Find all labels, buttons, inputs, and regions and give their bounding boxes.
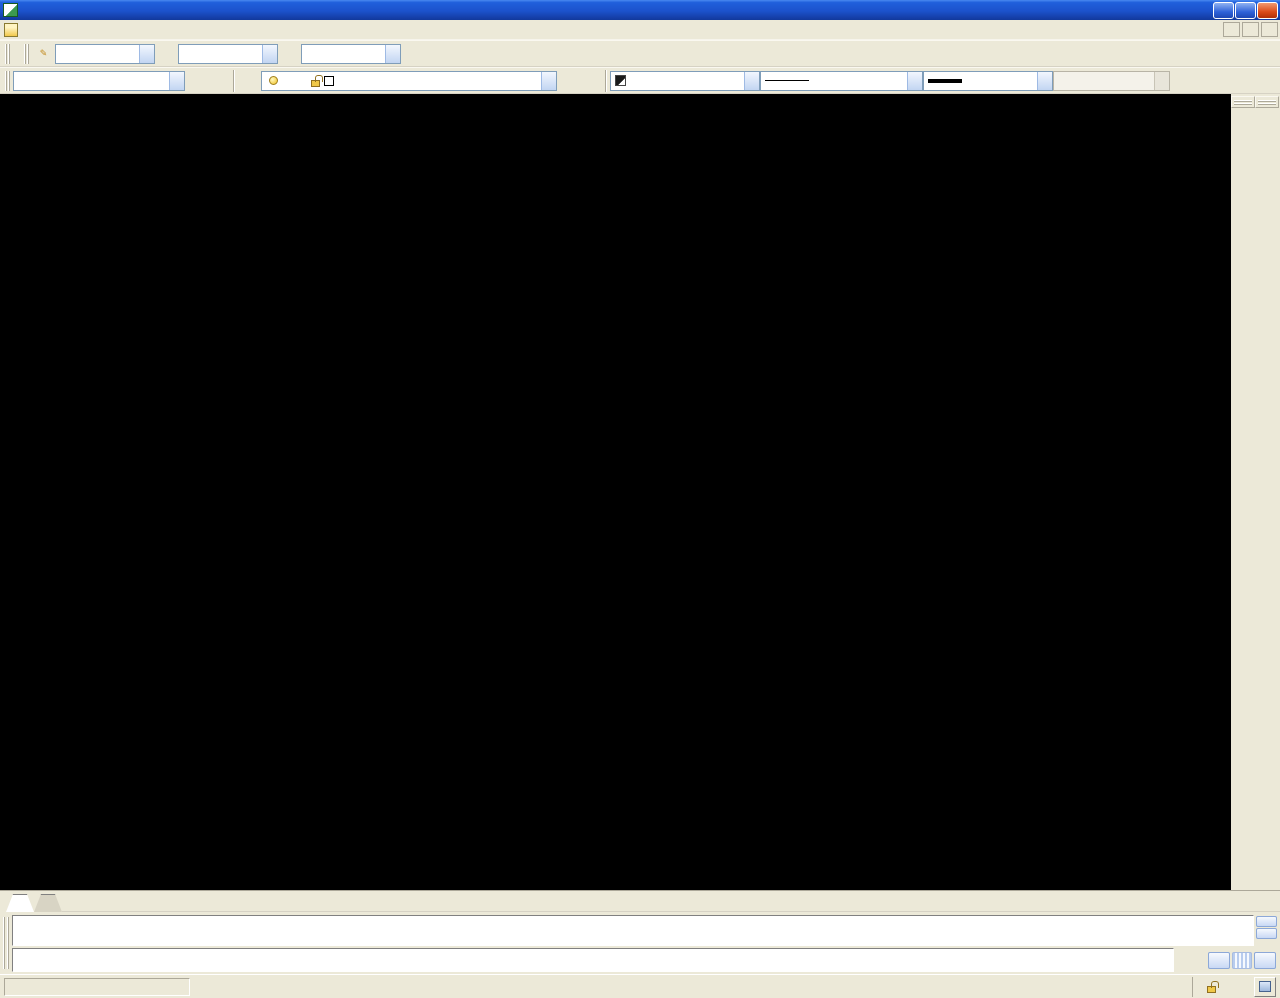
my-workspace-button[interactable] — [208, 70, 231, 92]
scroll-up-button[interactable] — [1256, 916, 1277, 927]
autocad-app-icon — [3, 3, 18, 17]
combo-arrow-icon — [1154, 71, 1169, 90]
status-bar — [0, 974, 1280, 998]
scroll-right-button[interactable] — [1254, 951, 1276, 969]
command-window-grip[interactable] — [3, 917, 9, 969]
dim-style-combo[interactable] — [178, 43, 278, 64]
command-hscroll — [1174, 948, 1278, 972]
layer-freeze-sun-icon[interactable] — [280, 73, 294, 88]
command-window — [0, 912, 1280, 974]
mdi-restore-button[interactable] — [1242, 22, 1259, 37]
restore-button[interactable] — [1235, 1, 1256, 19]
combo-arrow-icon[interactable] — [1037, 71, 1052, 90]
scroll-left-button[interactable] — [1208, 951, 1230, 969]
layer-previous-button[interactable] — [580, 70, 603, 92]
toolbar-grip[interactable] — [5, 43, 10, 64]
layout-tab-bar — [0, 890, 1280, 912]
text-style-pencil-icon: ✎ — [39, 48, 48, 58]
layer-on-bulb-icon[interactable] — [266, 73, 280, 88]
layer-properties-manager-button[interactable] — [238, 70, 261, 92]
close-button[interactable] — [1257, 1, 1278, 19]
combo-arrow-icon[interactable] — [907, 71, 922, 90]
text-style-manager-button[interactable]: ✎ — [32, 43, 55, 65]
command-scrollbar — [1254, 915, 1278, 946]
drawing-canvas-svg — [0, 94, 1231, 890]
combo-arrow-icon[interactable] — [262, 44, 277, 63]
lineweight-combo[interactable] — [923, 70, 1053, 91]
modify-toolbar — [1255, 96, 1279, 108]
status-tray — [1192, 976, 1250, 997]
text-style-combo[interactable] — [55, 43, 155, 64]
layer-viewport-freeze-icon[interactable] — [294, 73, 308, 88]
styles-toolbar-grip[interactable] — [24, 43, 29, 64]
combo-arrow-icon[interactable] — [139, 44, 154, 63]
combo-arrow-icon[interactable] — [744, 71, 759, 90]
tab-layout1[interactable] — [34, 894, 62, 912]
document-icon[interactable] — [4, 22, 18, 37]
combo-arrow-icon[interactable] — [541, 71, 556, 90]
command-main — [12, 915, 1278, 972]
tab-bar-filler — [62, 891, 1280, 912]
workspace-combo[interactable] — [13, 70, 185, 91]
separator — [231, 69, 238, 92]
layer-color-swatch — [322, 73, 336, 88]
color-combo[interactable] — [610, 70, 760, 91]
scroll-grip[interactable] — [1232, 951, 1252, 969]
main-area — [0, 94, 1280, 890]
linetype-sample-icon — [765, 80, 809, 81]
draw-toolbar-grip[interactable] — [1234, 100, 1252, 105]
minimize-button[interactable] — [1213, 1, 1234, 19]
mdi-close-button[interactable] — [1261, 22, 1278, 37]
command-input[interactable] — [12, 948, 1174, 972]
modify-toolbar-grip[interactable] — [1258, 100, 1276, 105]
menu-bar — [0, 20, 1280, 40]
coordinates-display[interactable] — [4, 977, 190, 996]
combo-arrow-icon[interactable] — [385, 44, 400, 63]
table-style-combo[interactable] — [301, 43, 401, 64]
plot-status-icon[interactable] — [1223, 979, 1239, 994]
linetype-combo[interactable] — [760, 70, 923, 91]
command-input-row — [12, 948, 1278, 972]
command-history — [12, 915, 1254, 946]
separator — [603, 69, 610, 92]
layer-lock-icon[interactable] — [308, 73, 323, 88]
color-swatch-icon — [615, 75, 626, 86]
standard-toolbar-row: ✎ — [0, 40, 1280, 67]
plot-style-combo — [1053, 70, 1170, 91]
title-bar — [0, 0, 1280, 20]
mdi-minimize-button[interactable] — [1223, 22, 1240, 37]
clean-screen-button[interactable] — [1254, 976, 1276, 997]
right-toolbar-panel — [1231, 94, 1280, 890]
draw-toolbar — [1231, 96, 1255, 108]
scroll-down-button[interactable] — [1256, 928, 1277, 939]
toolbar-lock-icon[interactable] — [1204, 979, 1219, 994]
drawing-canvas[interactable] — [0, 94, 1231, 890]
layers-toolbar-row — [0, 67, 1280, 94]
table-style-manager-button[interactable] — [278, 43, 301, 65]
workspace-settings-button[interactable] — [185, 70, 208, 92]
lineweight-sample-icon — [928, 78, 962, 83]
tab-model[interactable] — [6, 894, 34, 912]
clean-screen-icon — [1259, 981, 1271, 992]
combo-arrow-icon[interactable] — [169, 71, 184, 90]
dim-style-manager-button[interactable] — [155, 43, 178, 65]
workspaces-toolbar-grip[interactable] — [5, 70, 10, 91]
layout-tabs — [6, 891, 62, 912]
make-object-layer-current-button[interactable] — [557, 70, 580, 92]
command-history-row — [12, 915, 1278, 946]
layer-combo[interactable] — [261, 70, 557, 91]
